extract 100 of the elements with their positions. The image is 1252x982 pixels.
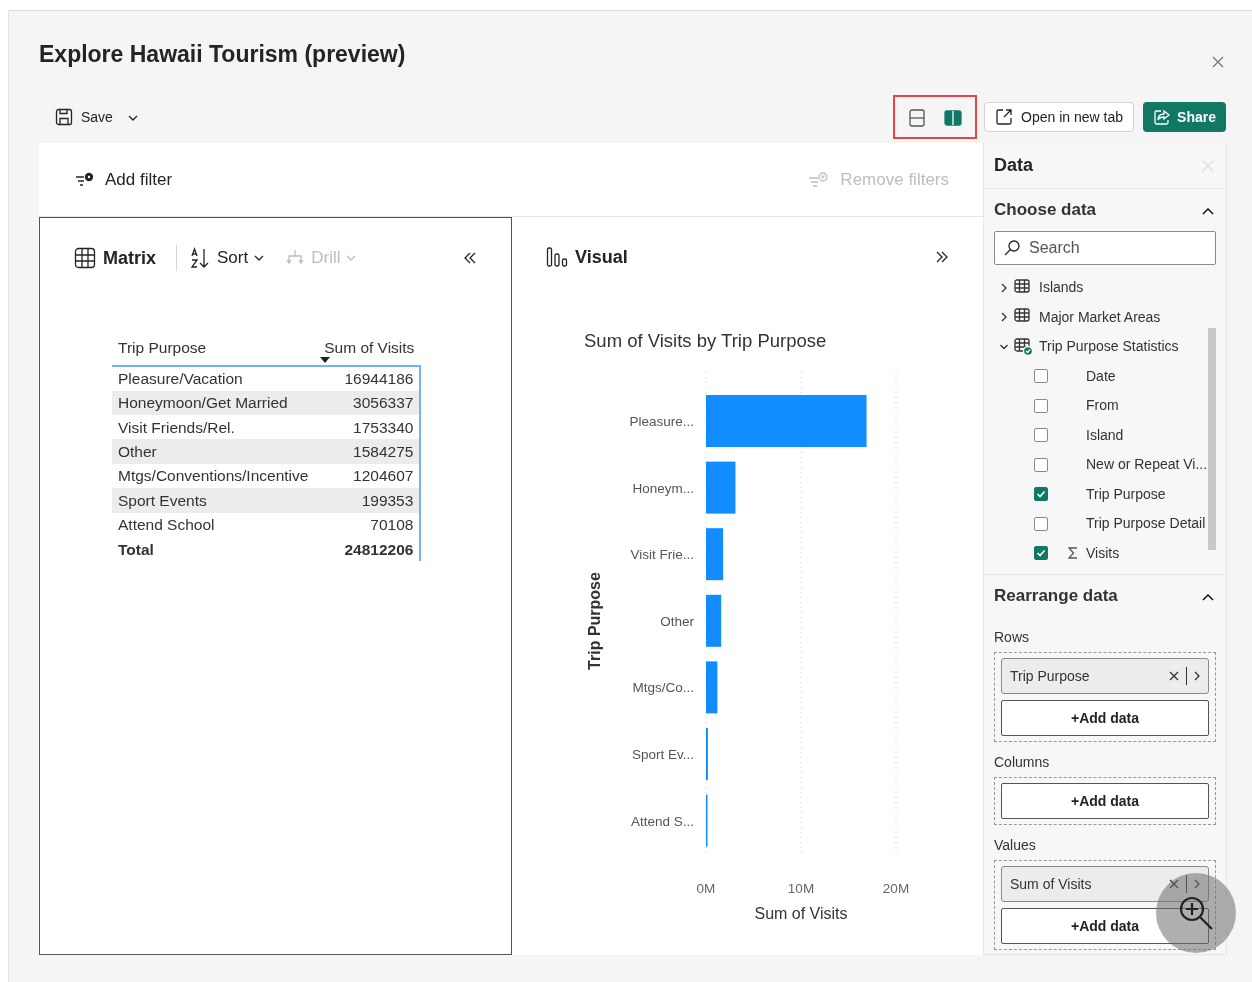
category-label: Pleasure... (629, 414, 694, 429)
column-header[interactable]: Trip Purpose (118, 339, 207, 356)
add-data-button[interactable]: +Add data (1001, 908, 1209, 944)
table-cell: Sport Events (112, 488, 315, 513)
field-label[interactable]: New or Repeat Vi... (1086, 454, 1208, 476)
sigma-icon (1068, 547, 1078, 560)
save-icon (55, 108, 73, 126)
field-chip[interactable]: Sum of Visits (1001, 866, 1209, 902)
field-label[interactable]: Island (1086, 424, 1124, 446)
check-icon (1036, 489, 1046, 500)
filter-remove-icon (808, 170, 831, 189)
table-cell: 1584275 (314, 439, 421, 464)
remove-icon[interactable] (1169, 879, 1179, 889)
chevron-right-icon (1000, 282, 1008, 293)
chevron-right-icon (1000, 312, 1008, 323)
table-cell: Honeymoon/Get Married (112, 390, 315, 416)
section-title: Choose data (994, 199, 1097, 222)
close-icon (1202, 160, 1214, 173)
stacked-layout-icon (907, 107, 928, 128)
chevron-down-icon (127, 114, 138, 121)
tree-item[interactable]: Islands (1000, 273, 1226, 303)
bar-chart-icon (546, 246, 568, 268)
add-data-button[interactable]: +Add data (1001, 783, 1209, 819)
chevron-right-icon[interactable] (1194, 671, 1200, 681)
category-label: Mtgs/Co... (632, 680, 694, 696)
category-label: Honeym... (632, 480, 694, 496)
close-icon (1212, 56, 1224, 69)
well-label: Values (993, 836, 1037, 855)
tree-item[interactable]: Major Market Areas (1000, 302, 1226, 332)
field-label[interactable]: Trip Purpose Detail (1086, 513, 1206, 535)
check-icon (1036, 548, 1046, 559)
checkbox[interactable] (1034, 457, 1048, 472)
chevron-down-icon (254, 255, 265, 261)
table-cell: Attend School (112, 512, 315, 537)
checkbox[interactable] (1034, 428, 1048, 443)
scrollbar[interactable] (1208, 328, 1216, 550)
save-button[interactable]: Save (49, 102, 144, 132)
search-icon (1003, 239, 1021, 257)
category-label: Attend S... (630, 813, 694, 829)
search-field[interactable]: Search (994, 231, 1216, 265)
chip-label: Sum of Visits (1010, 874, 1092, 894)
column-header[interactable]: Sum of Visits (324, 339, 415, 356)
chevron-down-icon (346, 255, 357, 261)
field-label[interactable]: Trip Purpose (1086, 483, 1166, 505)
panel-title: Matrix (103, 246, 156, 270)
table-icon (74, 247, 96, 269)
table-cell: 70108 (314, 512, 421, 537)
checkbox[interactable] (1034, 369, 1048, 384)
bar[interactable] (706, 528, 724, 581)
bar[interactable] (706, 594, 722, 647)
section-title: Rearrange data (994, 585, 1118, 608)
expand-button[interactable] (935, 250, 949, 264)
table-cell: Other (112, 439, 315, 464)
double-chevron-left-icon (463, 251, 477, 265)
category-label: Visit Frie... (630, 547, 694, 563)
add-filter-button[interactable]: Add filter (75, 166, 173, 193)
category-label: Sport Ev... (631, 747, 694, 762)
table-cell: Pleasure/Vacation (112, 366, 315, 391)
chart-title: Sum of Visits by Trip Purpose (584, 330, 827, 351)
chevron-up-icon (1202, 592, 1214, 601)
table-cell: 24812206 (314, 537, 421, 562)
field-label[interactable]: Date (1086, 365, 1116, 387)
category-label: Other (660, 613, 694, 629)
filter-add-icon (75, 171, 95, 188)
chevron-up-icon (1202, 206, 1214, 215)
table-cell: Visit Friends/Rel. (112, 415, 315, 440)
tree-item[interactable]: Trip Purpose Statistics (1000, 332, 1226, 362)
axis-title: Trip Purpose (586, 572, 603, 670)
field-label[interactable]: From (1086, 395, 1119, 417)
side-by-side-layout-icon (943, 107, 964, 128)
field-label[interactable]: Visits (1086, 542, 1120, 564)
double-chevron-right-icon (935, 250, 949, 264)
checkbox[interactable] (1034, 398, 1048, 413)
table-cell: Mtgs/Conventions/Incentive (112, 463, 315, 489)
checkbox[interactable] (1034, 546, 1048, 561)
chip-label: Trip Purpose (1010, 666, 1090, 686)
add-data-button[interactable]: +Add data (1001, 700, 1209, 736)
remove-icon[interactable] (1169, 671, 1179, 681)
table-cell: 199353 (314, 488, 421, 513)
table-icon (1014, 337, 1033, 356)
share-icon (1153, 108, 1172, 126)
tick-label: 10M (787, 881, 815, 896)
sort-button[interactable]: Sort (189, 245, 265, 271)
bar[interactable] (706, 461, 736, 514)
tick-label: 20M (882, 881, 910, 896)
table-cell-text: Total (117, 539, 155, 560)
bar[interactable] (706, 661, 718, 714)
checkbox[interactable] (1034, 516, 1048, 531)
field-chip[interactable]: Trip Purpose (1001, 658, 1209, 694)
well-label: Rows (993, 628, 1030, 647)
external-link-icon (995, 108, 1014, 126)
table-cell: 3056337 (314, 390, 421, 416)
collapse-button[interactable] (463, 251, 477, 265)
share-button[interactable]: Share (1143, 102, 1226, 132)
open-in-new-tab-button[interactable]: Open in new tab (984, 102, 1135, 132)
tick-label: 0M (696, 881, 716, 896)
checkbox[interactable] (1034, 487, 1048, 502)
panel-title: Data (994, 154, 1033, 177)
dialog-title: Explore Hawaii Tourism (preview) (39, 41, 406, 69)
well-label: Columns (993, 753, 1051, 772)
